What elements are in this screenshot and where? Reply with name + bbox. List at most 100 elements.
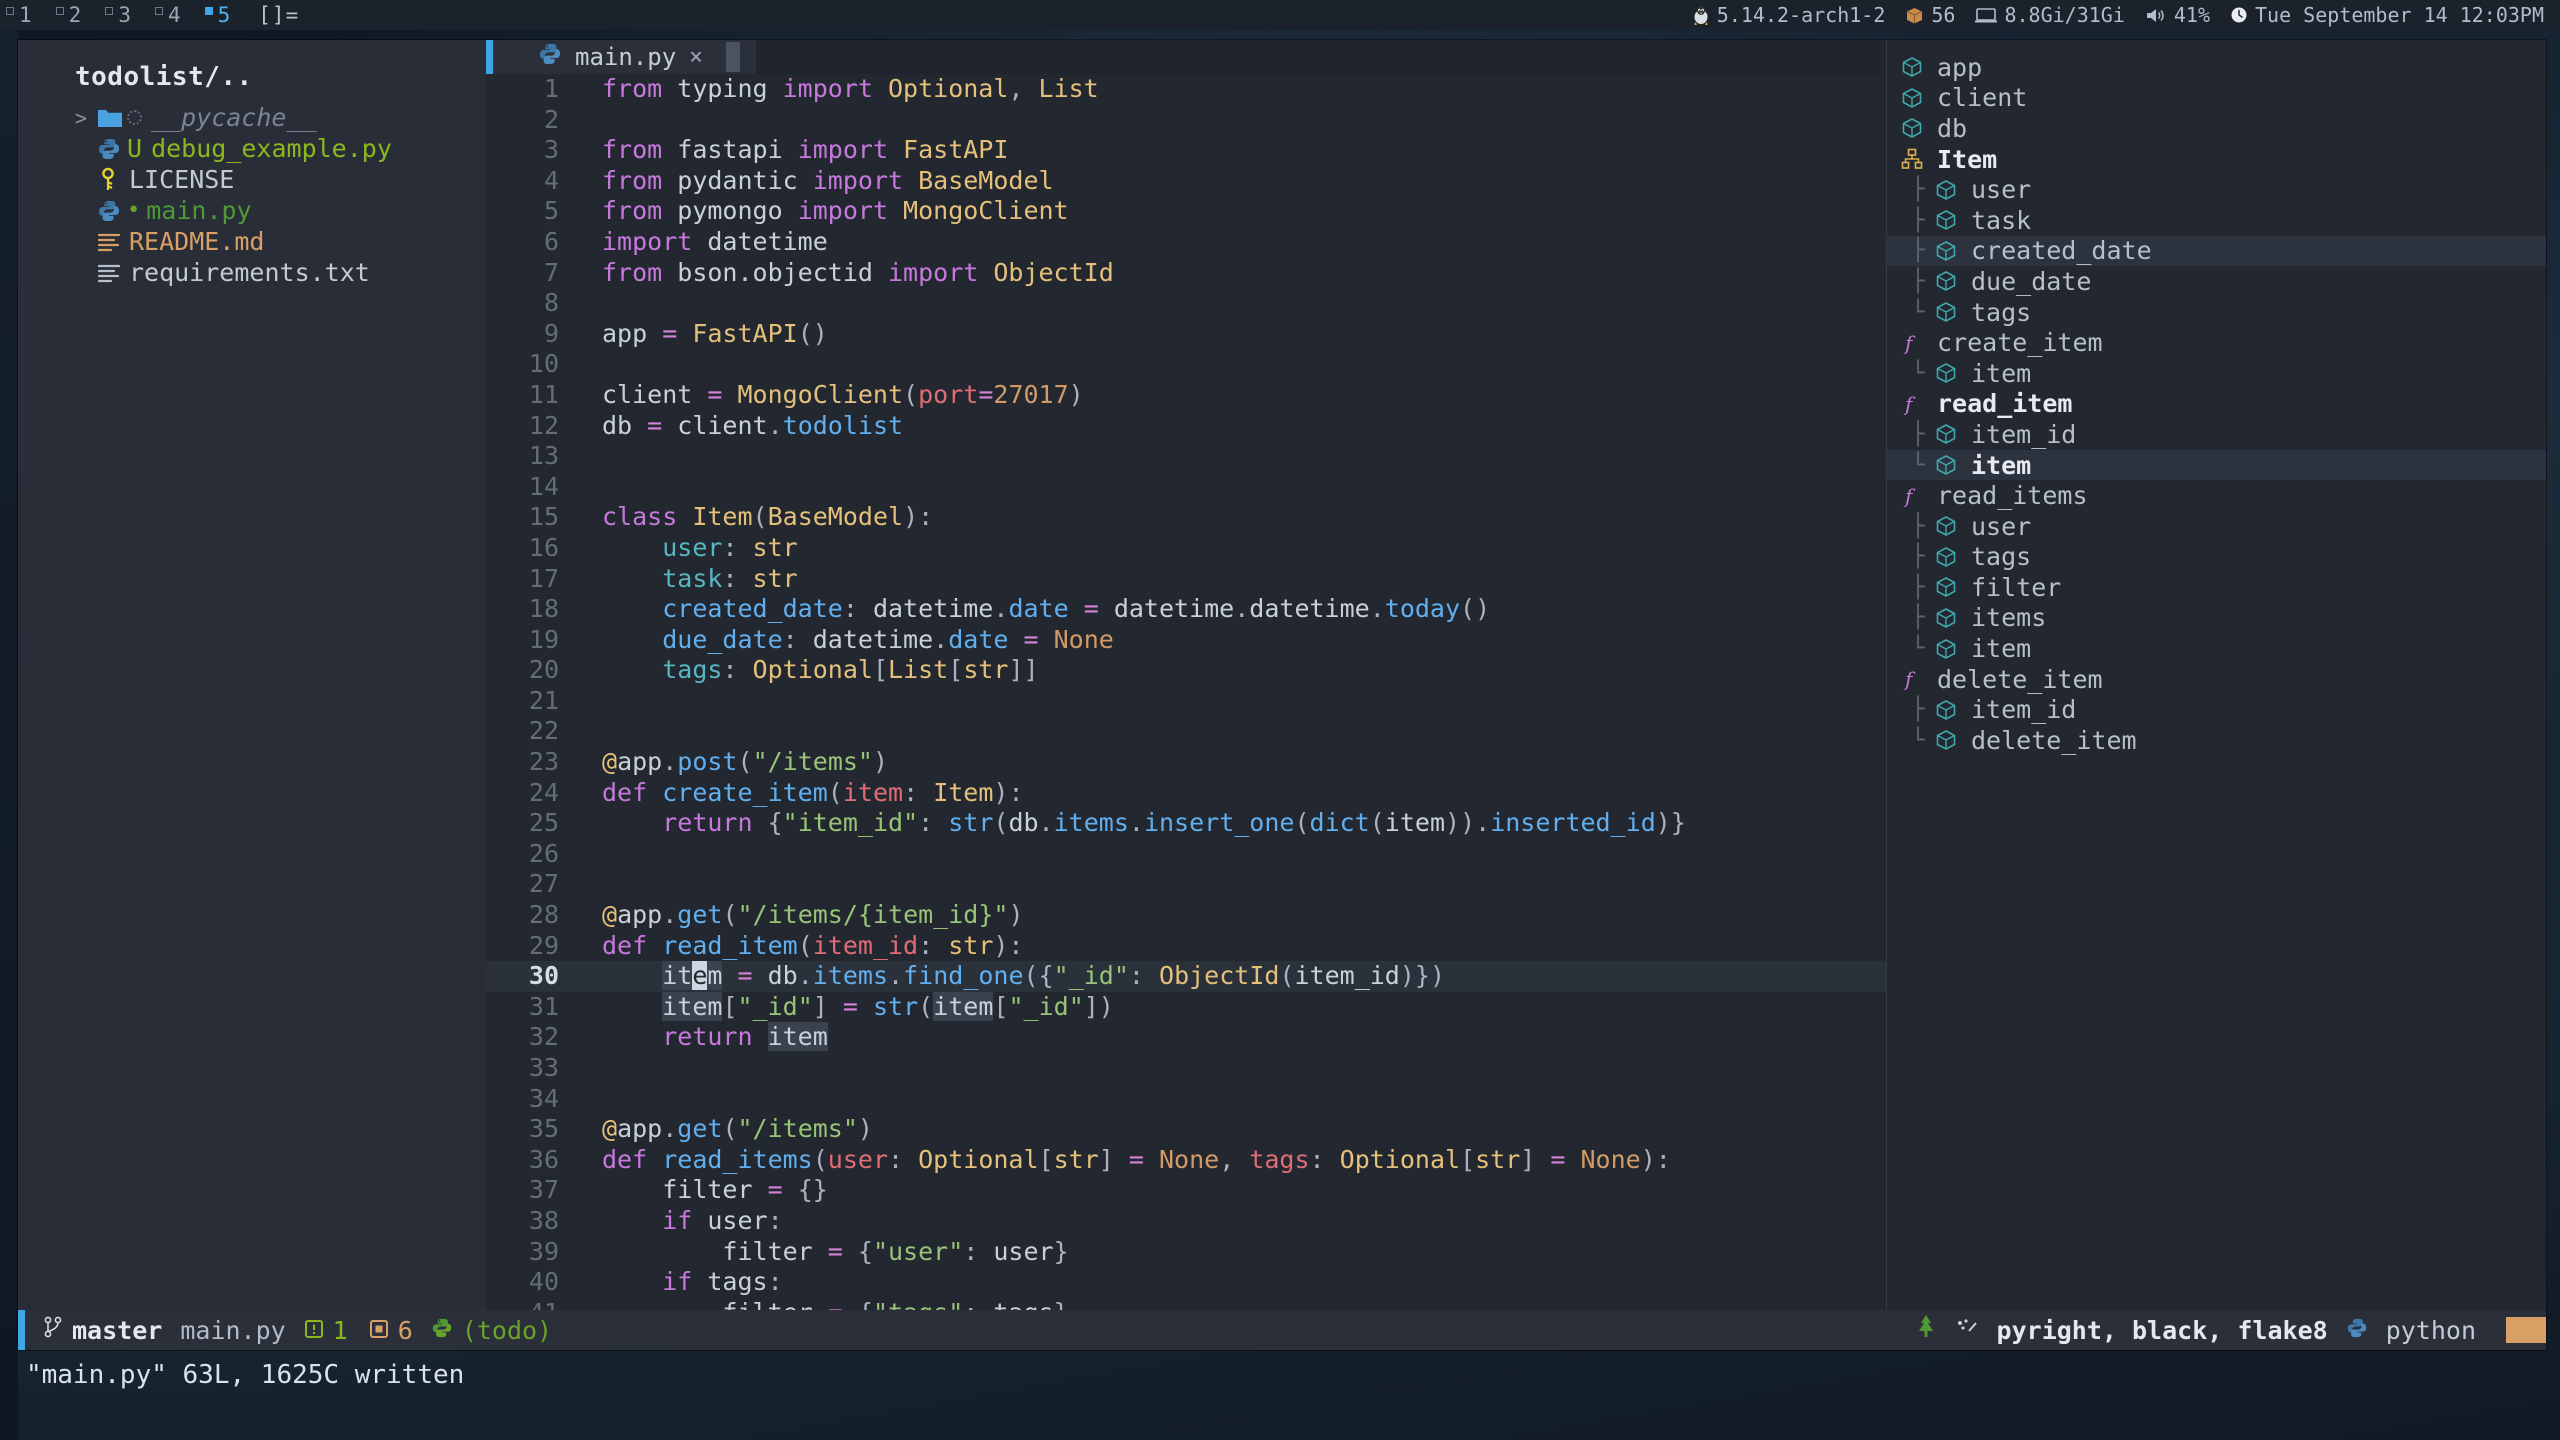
workspace-3[interactable]: 3 <box>105 3 131 27</box>
code-line[interactable]: 5from pymongo import MongoClient <box>486 196 1886 227</box>
file-tree-list[interactable]: >__pycache__Udebug_example.pyLICENSE•mai… <box>18 102 486 288</box>
code-line[interactable]: 30 item = db.items.find_one({"_id": Obje… <box>486 961 1886 992</box>
outline-item[interactable]: ├created_date <box>1887 236 2546 267</box>
code-editor-area[interactable]: 1from typing import Optional, List23from… <box>486 74 1886 1310</box>
file-tree-panel[interactable]: todolist/.. >__pycache__Udebug_example.p… <box>18 40 486 1310</box>
code-line[interactable]: 16 user: str <box>486 533 1886 564</box>
outline-item[interactable]: fread_item <box>1887 389 2546 420</box>
python-env-segment[interactable]: (todo) <box>413 1316 552 1345</box>
code-token: user <box>828 1145 888 1174</box>
code-line[interactable]: 19 due_date: datetime.date = None <box>486 625 1886 656</box>
code-token <box>602 1175 662 1204</box>
tree-branch-icon: ├ <box>1901 575 1935 600</box>
layout-mode-indicator[interactable]: []= <box>258 3 299 27</box>
file-tree-item[interactable]: Udebug_example.py <box>18 133 486 164</box>
code-line[interactable]: 24def create_item(item: Item): <box>486 778 1886 809</box>
outline-item[interactable]: └item <box>1887 450 2546 481</box>
code-lines[interactable]: 1from typing import Optional, List23from… <box>486 74 1886 1310</box>
code-line[interactable]: 12db = client.todolist <box>486 411 1886 442</box>
tab-bar[interactable]: main.py × <box>486 40 1886 74</box>
workspace-4[interactable]: 4 <box>155 3 181 27</box>
workspace-2[interactable]: 2 <box>56 3 82 27</box>
kernel-indicator: 5.14.2-arch1-2 <box>1692 3 1886 27</box>
outline-item[interactable]: client <box>1887 83 2546 114</box>
code-line[interactable]: 6import datetime <box>486 227 1886 258</box>
outline-item[interactable]: ├item_id <box>1887 694 2546 725</box>
code-line[interactable]: 37 filter = {} <box>486 1175 1886 1206</box>
code-token: "tags" <box>873 1298 963 1310</box>
outline-item[interactable]: db <box>1887 113 2546 144</box>
code-line[interactable]: 33 <box>486 1053 1886 1084</box>
outline-item[interactable]: ├item_id <box>1887 419 2546 450</box>
workspace-5[interactable]: 5 <box>205 3 231 27</box>
file-tree-item[interactable]: LICENSE <box>18 164 486 195</box>
file-tree-item[interactable]: >__pycache__ <box>18 102 486 133</box>
code-token: import <box>783 74 888 103</box>
outline-item[interactable]: ├due_date <box>1887 266 2546 297</box>
code-line[interactable]: 7from bson.objectid import ObjectId <box>486 258 1886 289</box>
code-line[interactable]: 21 <box>486 686 1886 717</box>
outline-item[interactable]: ├user <box>1887 174 2546 205</box>
code-line[interactable]: 3from fastapi import FastAPI <box>486 135 1886 166</box>
code-token: str <box>948 931 993 960</box>
code-line[interactable]: 11client = MongoClient(port=27017) <box>486 380 1886 411</box>
code-line[interactable]: 22 <box>486 716 1886 747</box>
outline-item[interactable]: ├user <box>1887 511 2546 542</box>
code-line[interactable]: 2 <box>486 105 1886 136</box>
code-line[interactable]: 29def read_item(item_id: str): <box>486 931 1886 962</box>
code-token: user <box>707 1206 767 1235</box>
outline-item[interactable]: fcreate_item <box>1887 327 2546 358</box>
code-line[interactable]: 18 created_date: datetime.date = datetim… <box>486 594 1886 625</box>
outline-item[interactable]: app <box>1887 52 2546 83</box>
code-line[interactable]: 28@app.get("/items/{item_id}") <box>486 900 1886 931</box>
code-line[interactable]: 9app = FastAPI() <box>486 319 1886 350</box>
outline-item[interactable]: └tags <box>1887 297 2546 328</box>
git-branch-segment[interactable]: master <box>25 1315 162 1345</box>
code-line[interactable]: 10 <box>486 349 1886 380</box>
code-line[interactable]: 32 return item <box>486 1022 1886 1053</box>
code-line[interactable]: 26 <box>486 839 1886 870</box>
code-line[interactable]: 38 if user: <box>486 1206 1886 1237</box>
code-line[interactable]: 17 task: str <box>486 564 1886 595</box>
code-line[interactable]: 31 item["_id"] = str(item["_id"]) <box>486 992 1886 1023</box>
outline-item[interactable]: ├task <box>1887 205 2546 236</box>
workspace-list[interactable]: 12345 <box>6 3 254 27</box>
file-tree-item[interactable]: •main.py <box>18 195 486 226</box>
outline-item[interactable]: ├tags <box>1887 542 2546 573</box>
code-line[interactable]: 34 <box>486 1084 1886 1115</box>
code-line[interactable]: 36def read_items(user: Optional[str] = N… <box>486 1145 1886 1176</box>
close-icon[interactable]: × <box>689 44 703 70</box>
outline-item[interactable]: ├filter <box>1887 572 2546 603</box>
code-line[interactable]: 41 filter = {"tags": tags} <box>486 1298 1886 1310</box>
outline-item[interactable]: └item <box>1887 633 2546 664</box>
file-tree-item[interactable]: requirements.txt <box>18 257 486 288</box>
outline-panel[interactable]: appclientdbItem├user├task├created_date├d… <box>1886 40 2546 1310</box>
code-line[interactable]: 4from pydantic import BaseModel <box>486 166 1886 197</box>
code-line[interactable]: 14 <box>486 472 1886 503</box>
code-line[interactable]: 20 tags: Optional[List[str]] <box>486 655 1886 686</box>
code-line[interactable]: 40 if tags: <box>486 1267 1886 1298</box>
tab-main-py[interactable]: main.py × <box>493 40 756 74</box>
outline-item[interactable]: └item <box>1887 358 2546 389</box>
outline-item[interactable]: fread_items <box>1887 480 2546 511</box>
outline-item[interactable]: fdelete_item <box>1887 664 2546 695</box>
volume-indicator[interactable]: 41% <box>2145 3 2210 27</box>
outline-item[interactable]: └delete_item <box>1887 725 2546 756</box>
outline-item[interactable]: Item <box>1887 144 2546 175</box>
code-line[interactable]: 13 <box>486 441 1886 472</box>
code-line[interactable]: 1from typing import Optional, List <box>486 74 1886 105</box>
code-line[interactable]: 8 <box>486 288 1886 319</box>
code-line[interactable]: 23@app.post("/items") <box>486 747 1886 778</box>
code-line[interactable]: 27 <box>486 869 1886 900</box>
outline-item[interactable]: ├items <box>1887 603 2546 634</box>
code-line[interactable]: 35@app.get("/items") <box>486 1114 1886 1145</box>
workspace-1[interactable]: 1 <box>6 3 32 27</box>
code-line[interactable]: 39 filter = {"user": user} <box>486 1237 1886 1268</box>
code-line[interactable]: 25 return {"item_id": str(db.items.inser… <box>486 808 1886 839</box>
code-line[interactable]: 15class Item(BaseModel): <box>486 502 1886 533</box>
chevron-right-icon[interactable]: > <box>75 106 97 130</box>
outline-list[interactable]: appclientdbItem├user├task├created_date├d… <box>1887 52 2546 756</box>
diagnostics-segment[interactable]: 1 6 <box>286 1316 413 1345</box>
file-tree-item[interactable]: README.md <box>18 226 486 257</box>
line-number: 15 <box>486 502 576 533</box>
